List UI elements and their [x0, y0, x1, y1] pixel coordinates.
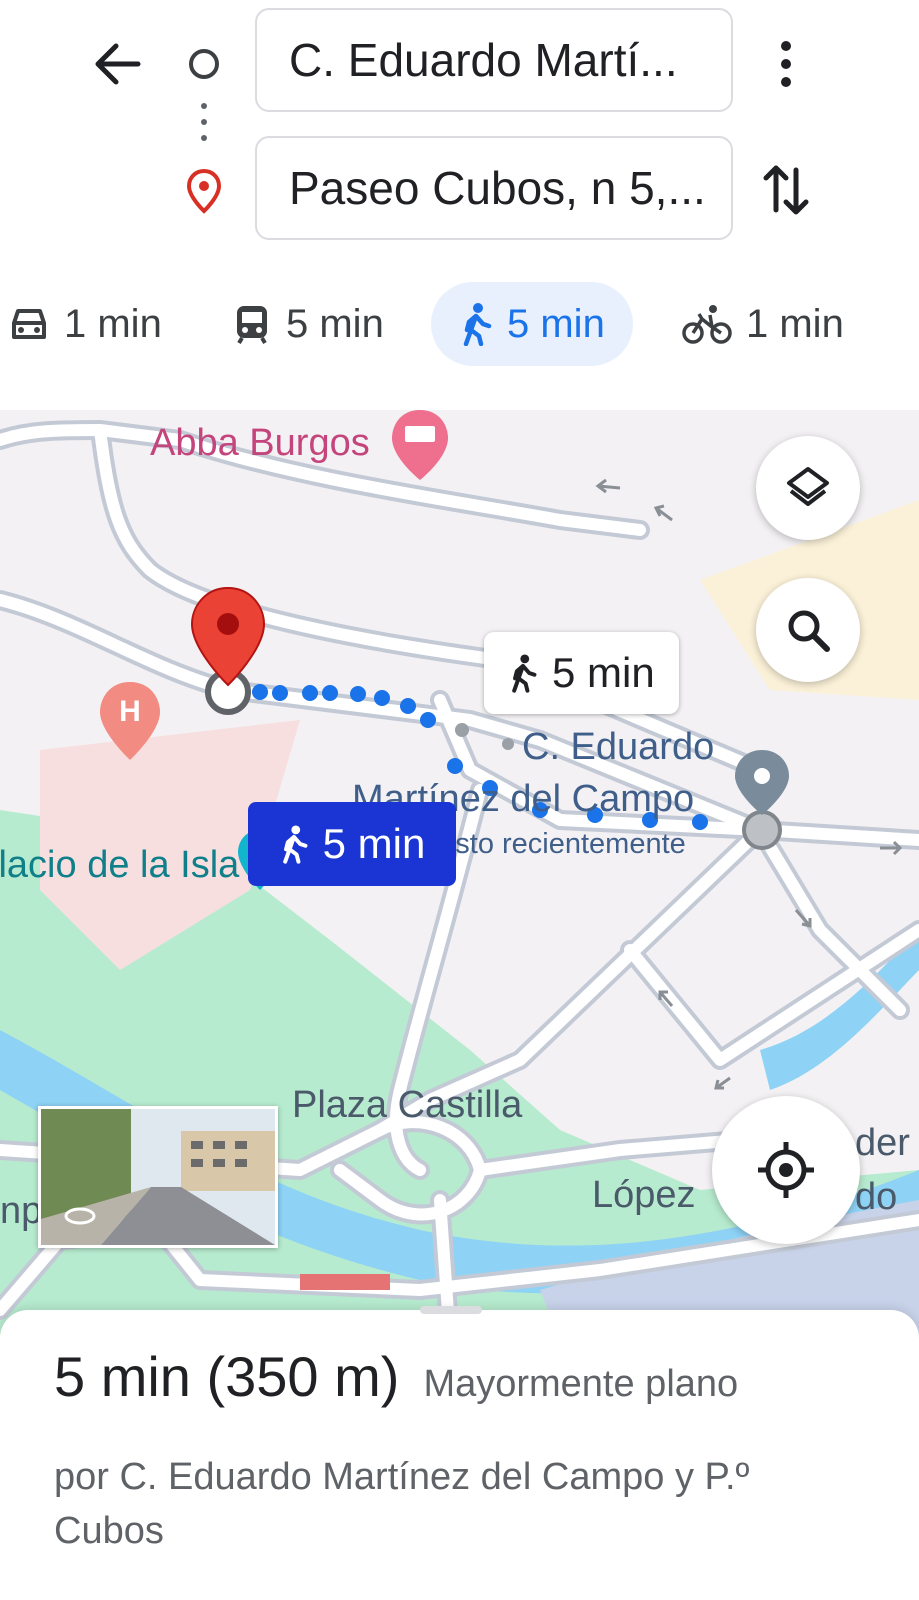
walk-time-callout[interactable]: 5 min — [484, 632, 679, 714]
palacio-label: Palacio de la Isla — [0, 844, 240, 886]
hotel-label[interactable]: Abba Burgos — [150, 422, 370, 465]
street-view-thumbnail[interactable] — [38, 1106, 278, 1248]
layers-button[interactable] — [756, 436, 860, 540]
terrain-label: Mayormente plano — [423, 1363, 739, 1405]
transit-icon — [237, 306, 267, 345]
lopez-label: López — [592, 1174, 696, 1216]
destination-field[interactable]: Paseo Cubos, n 5,... — [255, 136, 733, 240]
plaza-label: Plaza Castilla — [292, 1084, 523, 1126]
my-location-button[interactable] — [712, 1096, 860, 1244]
mode-car[interactable]: 1 min — [8, 282, 162, 366]
edge-label-right-2: do — [855, 1176, 898, 1218]
recently-viewed-label: Visto recientemente — [430, 828, 686, 860]
walk-icon — [463, 303, 492, 346]
mode-walk[interactable]: 5 min — [431, 282, 633, 366]
mode-transit[interactable]: 5 min — [232, 282, 384, 366]
walk-callout-label: 5 min — [552, 649, 655, 696]
layers-icon — [787, 467, 829, 506]
mode-bike-label: 1 min — [746, 301, 844, 346]
back-button[interactable] — [88, 34, 148, 94]
my-location-icon — [758, 1142, 814, 1198]
arrow-back-icon — [95, 43, 141, 85]
route-via: por C. Eduardo Martínez del Campo y P.º … — [54, 1456, 750, 1552]
selected-route-label: 5 min — [322, 820, 426, 867]
search-icon — [788, 610, 830, 652]
swap-vert-icon — [763, 165, 809, 215]
route-summary-sheet[interactable]: 5 min (350 m) Mayormente plano por C. Ed… — [0, 1306, 919, 1600]
origin-circle-icon — [189, 49, 219, 79]
route-summary-line: 5 min (350 m) Mayormente plano — [54, 1344, 738, 1409]
destination-pin-icon — [186, 168, 222, 214]
origin-field[interactable]: C. Eduardo Martí... — [255, 8, 733, 112]
walk-icon — [282, 825, 308, 864]
time-distance: 5 min (350 m) — [54, 1345, 400, 1408]
edge-label-right-1: der — [855, 1122, 910, 1164]
selected-route-chip[interactable]: 5 min — [248, 802, 456, 886]
swap-button[interactable] — [758, 160, 814, 220]
map-view[interactable]: Abba Burgos H 5 min C. Eduardo Martínez … — [0, 410, 919, 1340]
hospital-icon: H — [119, 695, 141, 728]
mode-car-label: 1 min — [64, 301, 162, 346]
more-vert-icon — [781, 41, 791, 87]
street-label-line1: C. Eduardo — [522, 726, 715, 768]
mode-transit-label: 5 min — [286, 301, 384, 346]
drag-handle[interactable] — [420, 1306, 482, 1314]
car-icon — [12, 309, 46, 339]
mode-bike[interactable]: 1 min — [682, 282, 844, 366]
walk-icon — [512, 654, 537, 693]
search-along-route-button[interactable] — [756, 578, 860, 682]
route-dots-icon — [201, 103, 207, 141]
rotate-360-icon — [64, 1207, 96, 1225]
edge-label-left: np — [0, 1190, 43, 1232]
more-options-button[interactable] — [766, 36, 806, 92]
mode-walk-label: 5 min — [507, 301, 605, 346]
bike-icon — [682, 305, 732, 344]
